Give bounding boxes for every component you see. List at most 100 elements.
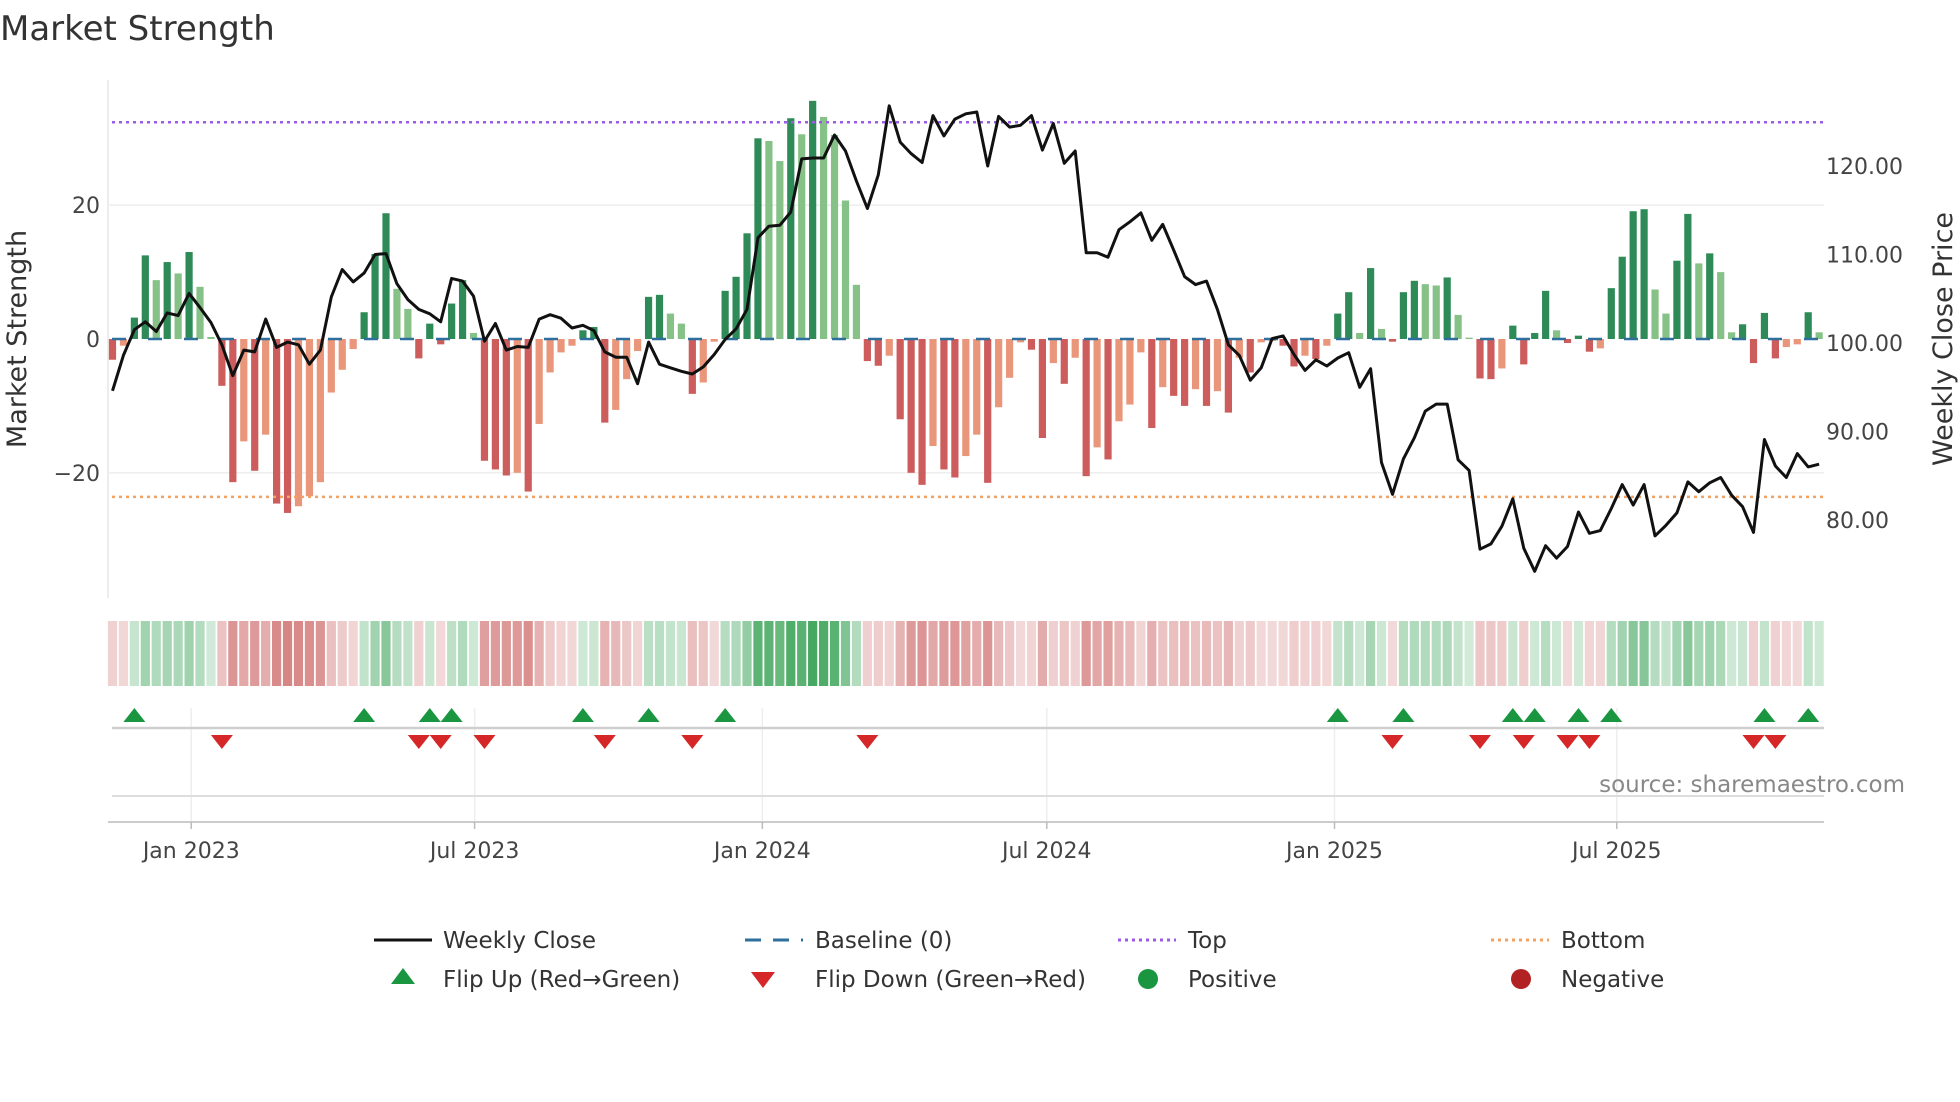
heat-cell: [775, 621, 785, 686]
heat-cell: [457, 621, 468, 686]
strength-bar: [1673, 260, 1681, 339]
heat-cell: [1519, 621, 1529, 686]
strength-bar: [1738, 324, 1747, 339]
flip-down-marker: [1742, 735, 1765, 749]
flip-down-marker: [681, 735, 704, 749]
y2-tick-label: 100.00: [1826, 332, 1903, 357]
strength-bar: [1618, 256, 1626, 339]
heat-cell: [709, 621, 719, 686]
strength-bar: [349, 339, 357, 350]
heat-cell: [1803, 621, 1813, 686]
strength-bar: [1356, 332, 1364, 339]
strength-bar: [699, 339, 707, 383]
heat-cell: [195, 621, 205, 686]
heat-cell: [381, 621, 391, 686]
legend-label: Positive: [1188, 967, 1277, 993]
strength-bar: [546, 339, 554, 373]
heat-cell: [1059, 621, 1069, 686]
heat-cell: [622, 621, 632, 686]
heat-cell: [1409, 621, 1419, 686]
strength-heat-strip: [107, 621, 1824, 686]
strength-bar: [360, 312, 368, 339]
strength-bar: [163, 262, 171, 339]
heat-cell: [501, 621, 511, 686]
x-tick-label: Jan 2024: [712, 839, 811, 864]
strength-bar: [141, 255, 149, 339]
strength-bar: [1421, 284, 1429, 339]
heat-cell: [742, 621, 752, 686]
strength-bar: [1323, 339, 1331, 346]
heat-cell: [1683, 621, 1693, 686]
heat-cell: [1103, 621, 1113, 686]
strength-bar: [1465, 337, 1473, 339]
strength-bar: [251, 339, 259, 471]
flip-up-marker: [440, 708, 463, 722]
heat-cell: [1508, 621, 1518, 686]
legend-label: Bottom: [1561, 928, 1645, 954]
heat-cell: [731, 621, 741, 686]
source-label: source: sharemaestro.com: [1599, 772, 1905, 798]
heat-cell: [1486, 621, 1496, 686]
heat-cell: [490, 621, 500, 686]
heat-cell: [1584, 621, 1594, 686]
heat-cell: [753, 621, 763, 686]
circle-positive-icon: [1138, 969, 1158, 989]
strength-bar: [1509, 325, 1517, 339]
flip-up-marker: [1797, 708, 1820, 722]
strength-bar: [710, 339, 718, 342]
heat-cell: [1333, 621, 1343, 686]
heat-cell: [764, 621, 774, 686]
heat-cell: [1015, 621, 1026, 686]
strength-bar: [1191, 339, 1200, 390]
flip-up-marker: [1523, 708, 1546, 722]
heat-cell: [1256, 621, 1266, 686]
heat-cell: [1070, 621, 1080, 686]
strength-bar: [688, 339, 696, 394]
heat-cell: [1431, 621, 1441, 686]
heat-cell: [217, 621, 227, 686]
strength-bar: [579, 330, 587, 339]
heat-cell: [1190, 621, 1201, 686]
strength-bar: [634, 339, 642, 352]
strength-bar: [1071, 339, 1079, 358]
heat-cell: [1639, 621, 1649, 686]
strength-bar: [1684, 213, 1692, 339]
strength-bar: [108, 339, 117, 360]
heat-cell: [1606, 621, 1616, 686]
heat-cell: [1180, 621, 1190, 686]
strength-bar: [1126, 339, 1134, 405]
flip-up-marker: [1326, 708, 1349, 722]
heat-cell: [665, 621, 676, 686]
strength-bar: [1432, 285, 1440, 339]
flip-up-marker: [1501, 708, 1524, 722]
legend-item-baseline: Baseline (0): [745, 928, 952, 954]
heat-cell: [1727, 621, 1737, 686]
y-tick-label: 20: [72, 194, 100, 219]
heat-cell: [633, 621, 643, 686]
heat-cell: [687, 621, 697, 686]
strength-bar: [1771, 339, 1779, 359]
heat-cell: [556, 621, 566, 686]
strength-bar: [1487, 339, 1495, 380]
strength-bar: [1607, 288, 1615, 339]
strength-bar: [885, 339, 893, 356]
strength-bar: [1224, 339, 1232, 413]
heat-cell: [1245, 621, 1255, 686]
triangle-down-icon: [751, 972, 775, 988]
strength-bar: [1038, 339, 1046, 439]
x-tick-label: Jul 2024: [1000, 839, 1092, 864]
heat-cell: [1737, 621, 1748, 686]
strength-bar: [382, 213, 390, 339]
flip-down-marker: [407, 735, 430, 749]
strength-bar: [426, 323, 434, 339]
strength-bar: [1301, 339, 1309, 356]
heat-cell: [1672, 621, 1682, 686]
heat-cell: [961, 621, 971, 686]
legend-label: Flip Up (Red→Green): [443, 967, 680, 993]
heat-cell: [1026, 621, 1037, 686]
heat-cell: [972, 621, 982, 686]
heat-cell: [1530, 621, 1540, 686]
heat-cell: [676, 621, 686, 686]
heat-cell: [348, 621, 358, 686]
legend-label: Top: [1187, 928, 1227, 954]
